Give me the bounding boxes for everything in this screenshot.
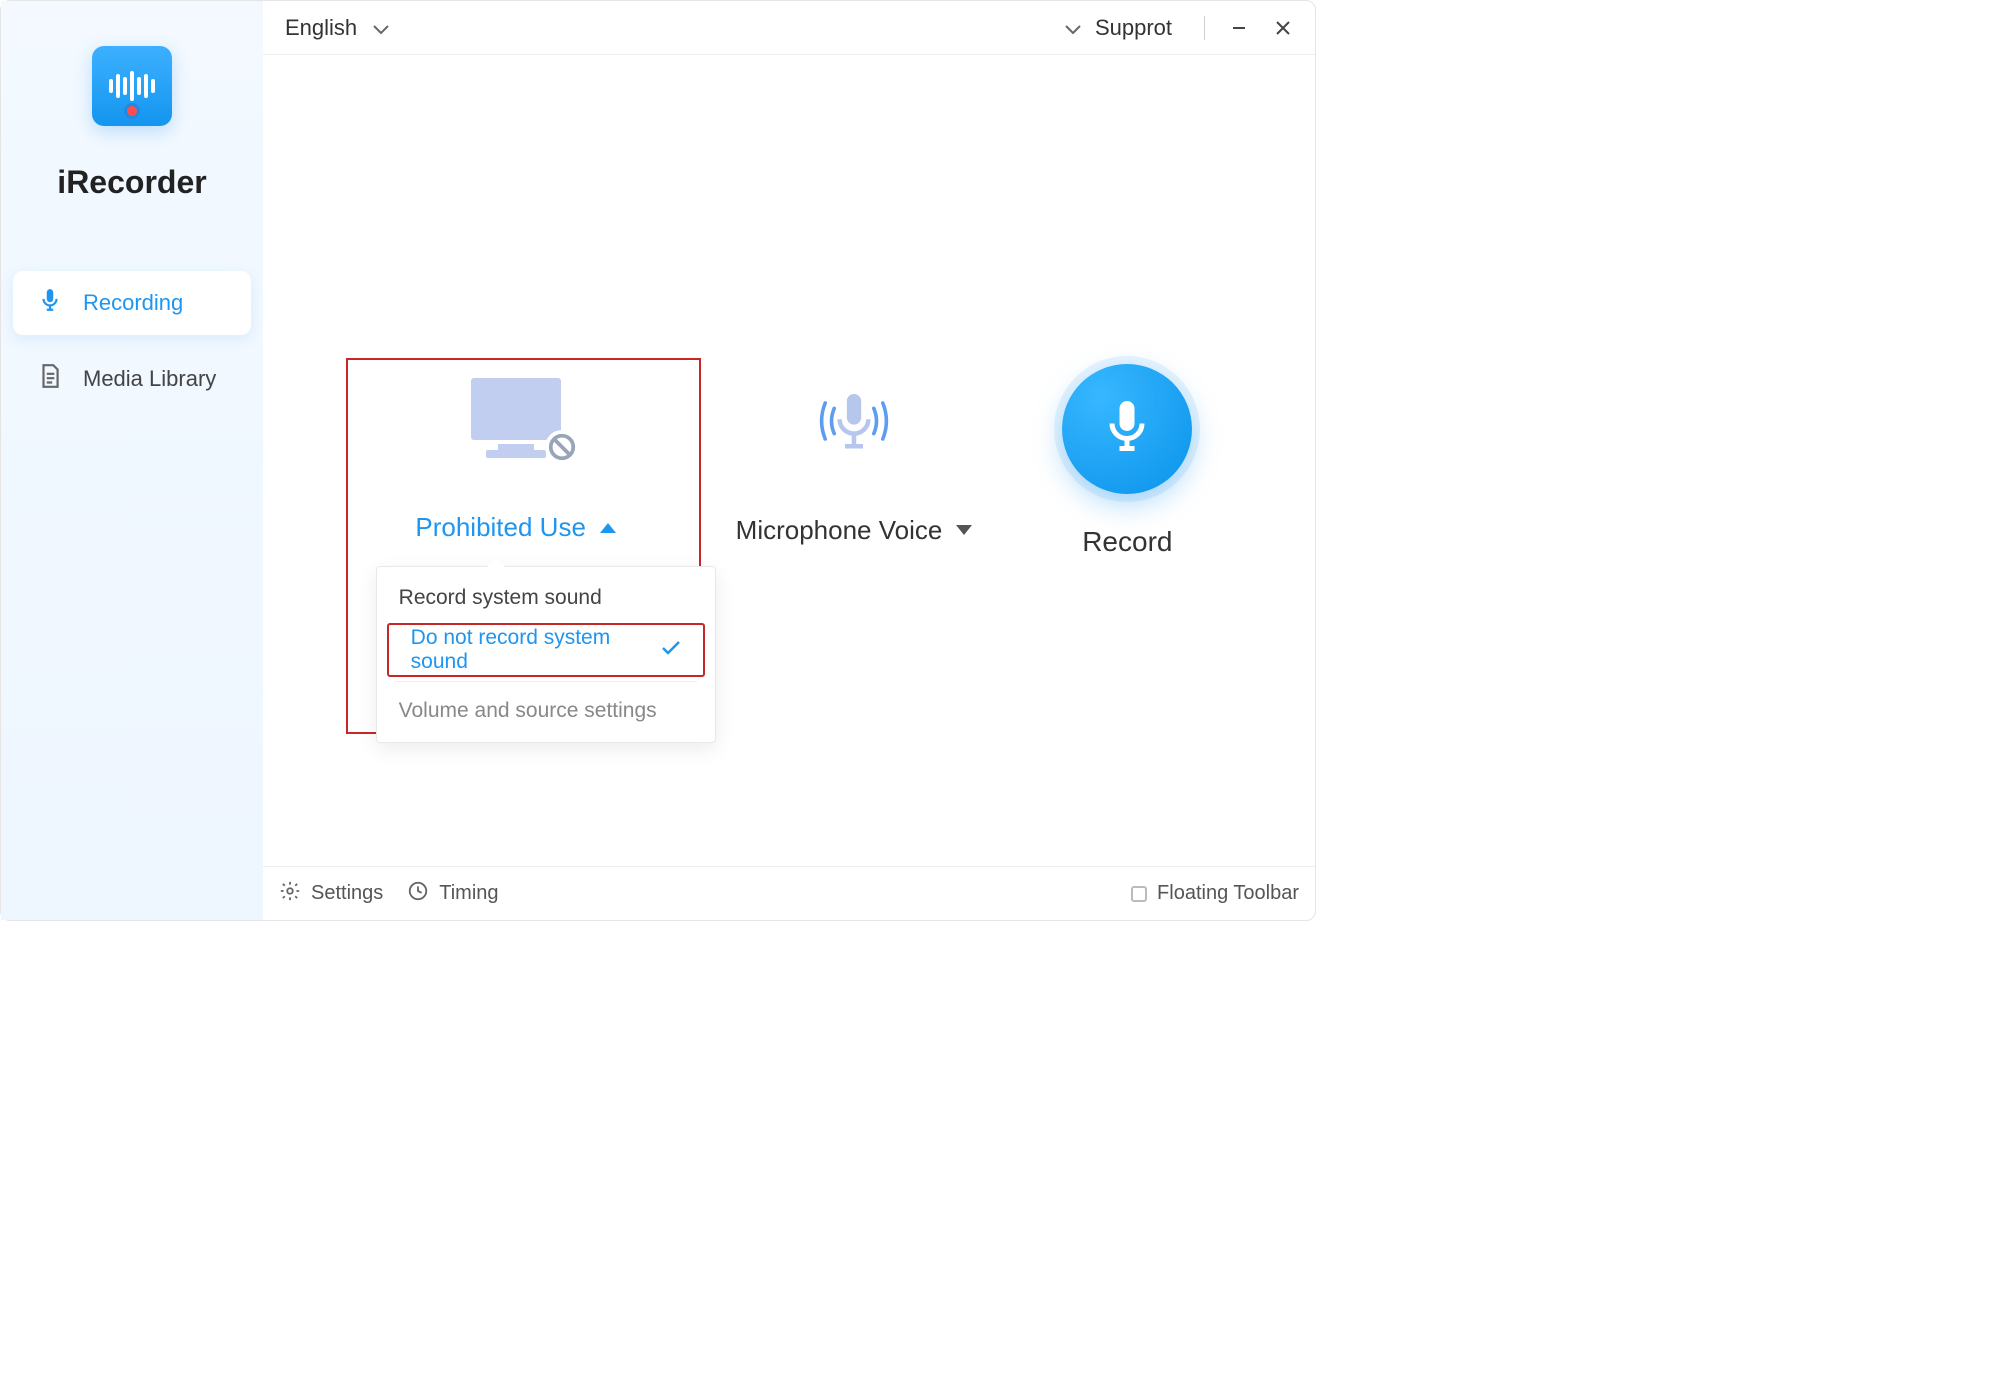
sidebar-item-media-library[interactable]: Media Library xyxy=(13,347,251,411)
document-icon xyxy=(37,363,63,395)
system-sound-label: Prohibited Use xyxy=(415,512,586,543)
app-window: iRecorder Recording Media Library Englis… xyxy=(0,0,1316,921)
chevron-down-icon xyxy=(373,15,389,41)
sidebar: iRecorder Recording Media Library xyxy=(1,1,263,920)
microphone-active-icon xyxy=(809,376,899,471)
chevron-down-icon xyxy=(1065,15,1081,41)
floating-toolbar-label: Floating Toolbar xyxy=(1157,882,1299,905)
timing-button[interactable]: Timing xyxy=(407,880,498,908)
annotation-highlight: Do not record system sound xyxy=(387,623,705,677)
sidebar-item-label: Recording xyxy=(83,290,183,316)
settings-button[interactable]: Settings xyxy=(279,880,383,908)
caret-up-icon xyxy=(600,523,616,533)
record-column: Record xyxy=(1062,364,1192,558)
microphone-icon xyxy=(37,287,63,319)
system-sound-menu: Record system sound Do not record system… xyxy=(376,566,716,743)
microphone-column: Microphone Voice xyxy=(736,376,973,546)
menu-separator xyxy=(395,681,697,682)
menu-item-do-not-record-system-sound[interactable]: Do not record system sound xyxy=(389,625,703,675)
main-area: English Supprot Prohibited Use xyxy=(263,1,1315,920)
floating-toolbar-toggle[interactable]: Floating Toolbar xyxy=(1131,882,1299,905)
statusbar: Settings Timing Floating Toolbar xyxy=(263,866,1315,920)
minimize-button[interactable] xyxy=(1217,8,1261,48)
support-dropdown[interactable]: Supprot xyxy=(1065,15,1172,41)
settings-label: Settings xyxy=(311,882,383,905)
microphone-label: Microphone Voice xyxy=(736,515,943,546)
sidebar-item-label: Media Library xyxy=(83,366,216,392)
record-button[interactable] xyxy=(1062,364,1192,494)
system-sound-dropdown[interactable]: Prohibited Use xyxy=(415,512,616,543)
support-label: Supprot xyxy=(1095,15,1172,41)
menu-item-label: Record system sound xyxy=(399,586,602,610)
menu-item-volume-settings[interactable]: Volume and source settings xyxy=(377,686,715,736)
app-logo-icon xyxy=(92,46,172,126)
checkbox-icon xyxy=(1131,886,1147,902)
system-sound-column: Prohibited Use Record system sound Do no… xyxy=(386,378,646,543)
caret-down-icon xyxy=(956,525,972,535)
check-icon xyxy=(661,638,681,662)
close-button[interactable] xyxy=(1261,8,1305,48)
sidebar-nav: Recording Media Library xyxy=(1,271,263,411)
app-name: iRecorder xyxy=(57,164,206,201)
microphone-dropdown[interactable]: Microphone Voice xyxy=(736,515,973,546)
record-label: Record xyxy=(1082,526,1172,558)
clock-icon xyxy=(407,880,429,908)
menu-item-record-system-sound[interactable]: Record system sound xyxy=(377,573,715,623)
timing-label: Timing xyxy=(439,882,498,905)
topbar: English Supprot xyxy=(263,1,1315,55)
menu-item-label: Volume and source settings xyxy=(399,699,657,723)
language-label: English xyxy=(285,15,357,41)
menu-item-label: Do not record system sound xyxy=(411,626,647,674)
language-dropdown[interactable]: English xyxy=(285,15,389,41)
content: Prohibited Use Record system sound Do no… xyxy=(263,55,1315,866)
monitor-disabled-icon xyxy=(461,378,571,468)
divider xyxy=(1204,16,1205,40)
microphone-icon xyxy=(1097,396,1157,461)
sidebar-item-recording[interactable]: Recording xyxy=(13,271,251,335)
gear-icon xyxy=(279,880,301,908)
